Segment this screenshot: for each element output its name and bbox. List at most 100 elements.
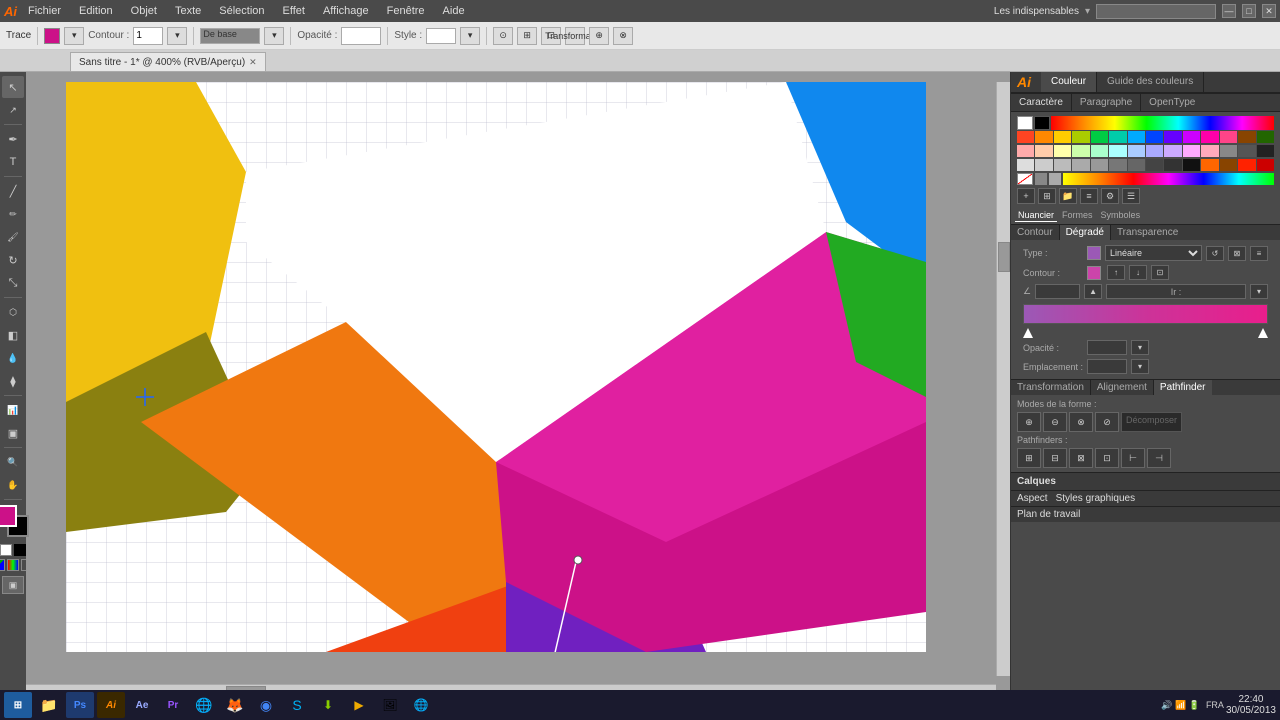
- library-btn[interactable]: ≡: [1080, 188, 1098, 204]
- tool-zoom[interactable]: 🔍: [2, 451, 24, 473]
- gradient-type-select[interactable]: Linéaire: [1105, 245, 1202, 261]
- tool-direct-selection[interactable]: ↗: [2, 99, 24, 121]
- swatch-14[interactable]: [1257, 131, 1274, 143]
- tool-blend[interactable]: ⧫: [2, 370, 24, 392]
- tab-contour-gradient[interactable]: Contour: [1011, 225, 1060, 240]
- tab-symboles[interactable]: Symboles: [1098, 209, 1144, 222]
- taskbar-photoshop[interactable]: Ps: [66, 692, 94, 718]
- grad-cont-btn3[interactable]: ⊡: [1151, 265, 1169, 280]
- taskbar-pictures[interactable]: 🖼: [376, 692, 404, 718]
- swatch-r3-8[interactable]: [1146, 159, 1163, 171]
- swatch-11[interactable]: [1201, 131, 1218, 143]
- swatch-r3-12[interactable]: [1220, 159, 1237, 171]
- taskbar-skype[interactable]: S: [283, 692, 311, 718]
- gradient-swatch-purple[interactable]: [1087, 246, 1101, 260]
- grad-cont-btn1[interactable]: ↑: [1107, 265, 1125, 280]
- swatch-r3-4[interactable]: [1072, 159, 1089, 171]
- swatch-r2-4[interactable]: [1072, 145, 1089, 157]
- menu-edition[interactable]: Edition: [76, 4, 116, 18]
- none-color[interactable]: [0, 544, 12, 556]
- color-mode-btn[interactable]: [0, 559, 5, 571]
- taskbar-premiere[interactable]: Pr: [159, 692, 187, 718]
- swatch-r2-1[interactable]: [1017, 145, 1034, 157]
- gradient-menu-btn[interactable]: ≡: [1250, 246, 1268, 261]
- tab-degrade[interactable]: Dégradé: [1060, 225, 1111, 240]
- contour-input[interactable]: [133, 27, 163, 45]
- extra-btn4[interactable]: ⊕: [589, 27, 609, 45]
- swatch-12[interactable]: [1220, 131, 1237, 143]
- swatch-r2-2[interactable]: [1035, 145, 1052, 157]
- swatch-r3-2[interactable]: [1035, 159, 1052, 171]
- swatch-r3-9[interactable]: [1164, 159, 1181, 171]
- extra-btn2[interactable]: ⊞: [517, 27, 537, 45]
- stroke-options-btn[interactable]: ▾: [264, 27, 284, 45]
- swatch-r2-11[interactable]: [1201, 145, 1218, 157]
- decompose-btn[interactable]: Décomposer: [1121, 412, 1182, 432]
- tab-alignement[interactable]: Alignement: [1091, 380, 1154, 395]
- grad-cont-btn2[interactable]: ↓: [1129, 265, 1147, 280]
- opacity-input[interactable]: 100%: [341, 27, 381, 45]
- tab-paragraphe[interactable]: Paragraphe: [1072, 94, 1141, 111]
- tool-hand[interactable]: ✋: [2, 474, 24, 496]
- gradient-bar-preview[interactable]: [1023, 304, 1268, 324]
- taskbar-explorer[interactable]: 📁: [35, 692, 63, 718]
- swatch-r2-7[interactable]: [1128, 145, 1145, 157]
- swatch-r3-13[interactable]: [1238, 159, 1255, 171]
- v-scrollbar-thumb[interactable]: [998, 242, 1010, 272]
- swatch-5[interactable]: [1091, 131, 1108, 143]
- fill-swatch[interactable]: [44, 28, 60, 44]
- foreground-color[interactable]: [0, 505, 17, 527]
- transform-label-btn[interactable]: Transformation: [565, 27, 585, 45]
- tab-opentype[interactable]: OpenType: [1141, 94, 1203, 111]
- swatch-1[interactable]: [1017, 131, 1034, 143]
- pf-merge-btn[interactable]: ⊠: [1069, 448, 1093, 468]
- fill-options-btn[interactable]: ▾: [64, 27, 84, 45]
- pf-minus-back-btn[interactable]: ⊣: [1147, 448, 1171, 468]
- list-btn[interactable]: ☰: [1122, 188, 1140, 204]
- emplacement-input[interactable]: [1087, 359, 1127, 374]
- tool-scale[interactable]: ⤡: [2, 272, 24, 294]
- pf-outline-btn[interactable]: ⊢: [1121, 448, 1145, 468]
- tool-eyedropper[interactable]: 💧: [2, 347, 24, 369]
- tab-guide-couleurs[interactable]: Guide des couleurs: [1097, 72, 1204, 92]
- swatch-13[interactable]: [1238, 131, 1255, 143]
- swatch-3[interactable]: [1054, 131, 1071, 143]
- tool-selection[interactable]: ↖: [2, 76, 24, 98]
- swatch-r3-11[interactable]: [1201, 159, 1218, 171]
- spectrum-bar[interactable]: [1051, 116, 1274, 130]
- taskbar-start[interactable]: ⊞: [4, 692, 32, 718]
- swatch-r2-14[interactable]: [1257, 145, 1274, 157]
- menu-fenetre[interactable]: Fenêtre: [384, 4, 428, 18]
- taskbar-torrent[interactable]: ⬇: [314, 692, 342, 718]
- taskbar-aftereffects[interactable]: Ae: [128, 692, 156, 718]
- tab-couleur[interactable]: Couleur: [1041, 72, 1097, 92]
- opacity-gradient-btn[interactable]: ▾: [1131, 340, 1149, 355]
- menu-fichier[interactable]: Fichier: [25, 4, 64, 18]
- tool-line[interactable]: ╱: [2, 180, 24, 202]
- swatch-10[interactable]: [1183, 131, 1200, 143]
- menu-effet[interactable]: Effet: [280, 4, 308, 18]
- swatch-r3-14[interactable]: [1257, 159, 1274, 171]
- tab-nuancier[interactable]: Nuancier: [1015, 209, 1057, 222]
- black-color[interactable]: [14, 544, 26, 556]
- swatch-gray-extra[interactable]: [1035, 173, 1047, 185]
- swatch-none[interactable]: [1017, 173, 1033, 185]
- swatch-r3-7[interactable]: [1128, 159, 1145, 171]
- swatch-4[interactable]: [1072, 131, 1089, 143]
- delete-swatch-btn[interactable]: ⊞: [1038, 188, 1056, 204]
- contour-up-btn[interactable]: ▾: [167, 27, 187, 45]
- tool-gradient[interactable]: ◧: [2, 324, 24, 346]
- swatch-r2-10[interactable]: [1183, 145, 1200, 157]
- menu-objet[interactable]: Objet: [128, 4, 160, 18]
- tool-text[interactable]: T: [2, 151, 24, 173]
- menu-aide[interactable]: Aide: [440, 4, 468, 18]
- opacity-gradient-input[interactable]: [1087, 340, 1127, 355]
- taskbar-illustrator[interactable]: Ai: [97, 692, 125, 718]
- pf-exclude-btn[interactable]: ⊘: [1095, 412, 1119, 432]
- swatch-r2-6[interactable]: [1109, 145, 1126, 157]
- tab-caractere[interactable]: Caractère: [1011, 94, 1072, 111]
- gradient-reverse-btn[interactable]: ↺: [1206, 246, 1224, 261]
- swatch-r2-3[interactable]: [1054, 145, 1071, 157]
- tool-artboard[interactable]: ▣: [2, 422, 24, 444]
- pf-crop-btn[interactable]: ⊡: [1095, 448, 1119, 468]
